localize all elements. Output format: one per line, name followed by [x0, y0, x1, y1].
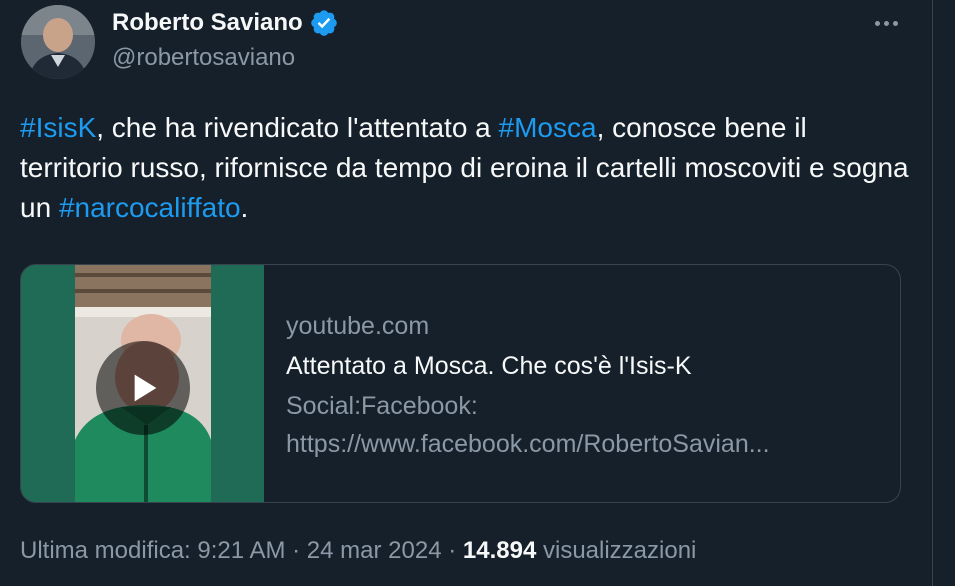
edited-label[interactable]: Ultima modifica:	[20, 537, 191, 564]
tweet-time[interactable]: 9:21 AM	[197, 537, 285, 564]
tweet-text: #IsisK, che ha rivendicato l'attentato a…	[20, 108, 915, 228]
tweet-date[interactable]: 24 mar 2024	[307, 537, 442, 564]
link-preview-card[interactable]: youtube.com Attentato a Mosca. Che cos'è…	[20, 264, 901, 503]
dot	[892, 20, 898, 26]
author-handle[interactable]: @robertosaviano	[112, 44, 295, 72]
avatar[interactable]	[21, 5, 95, 79]
hashtag-link[interactable]: #IsisK	[20, 112, 96, 143]
tweet-text-segment: .	[240, 192, 249, 223]
dot	[883, 20, 889, 26]
play-icon[interactable]	[96, 341, 190, 435]
card-domain: youtube.com	[286, 312, 430, 340]
video-thumbnail[interactable]	[21, 265, 264, 502]
views-label: visualizzazioni	[542, 537, 697, 564]
hashtag-link[interactable]: #narcocaliffato	[59, 192, 241, 223]
author-name-row: Roberto Saviano	[112, 6, 339, 40]
column-border	[932, 0, 933, 586]
dot	[874, 20, 880, 26]
meta-separator: ·	[292, 537, 301, 564]
views-count: 14.894	[462, 537, 537, 564]
tweet-meta: Ultima modifica: 9:21 AM · 24 mar 2024 ·…	[20, 537, 696, 565]
tweet-text-segment: , che ha rivendicato l'attentato a	[96, 112, 499, 143]
meta-separator: ·	[448, 537, 457, 564]
author-display-name[interactable]: Roberto Saviano	[112, 9, 303, 37]
more-horizontal-icon[interactable]	[868, 12, 904, 34]
verified-badge-icon[interactable]	[309, 8, 339, 38]
card-title: Attentato a Mosca. Che cos'è l'Isis-K	[286, 352, 692, 380]
card-description-line1: Social:Facebook:	[286, 392, 478, 420]
card-info: youtube.com Attentato a Mosca. Che cos'è…	[286, 307, 876, 463]
card-description-line2: https://www.facebook.com/RobertoSavian..…	[286, 430, 770, 458]
hashtag-link[interactable]: #Mosca	[499, 112, 597, 143]
